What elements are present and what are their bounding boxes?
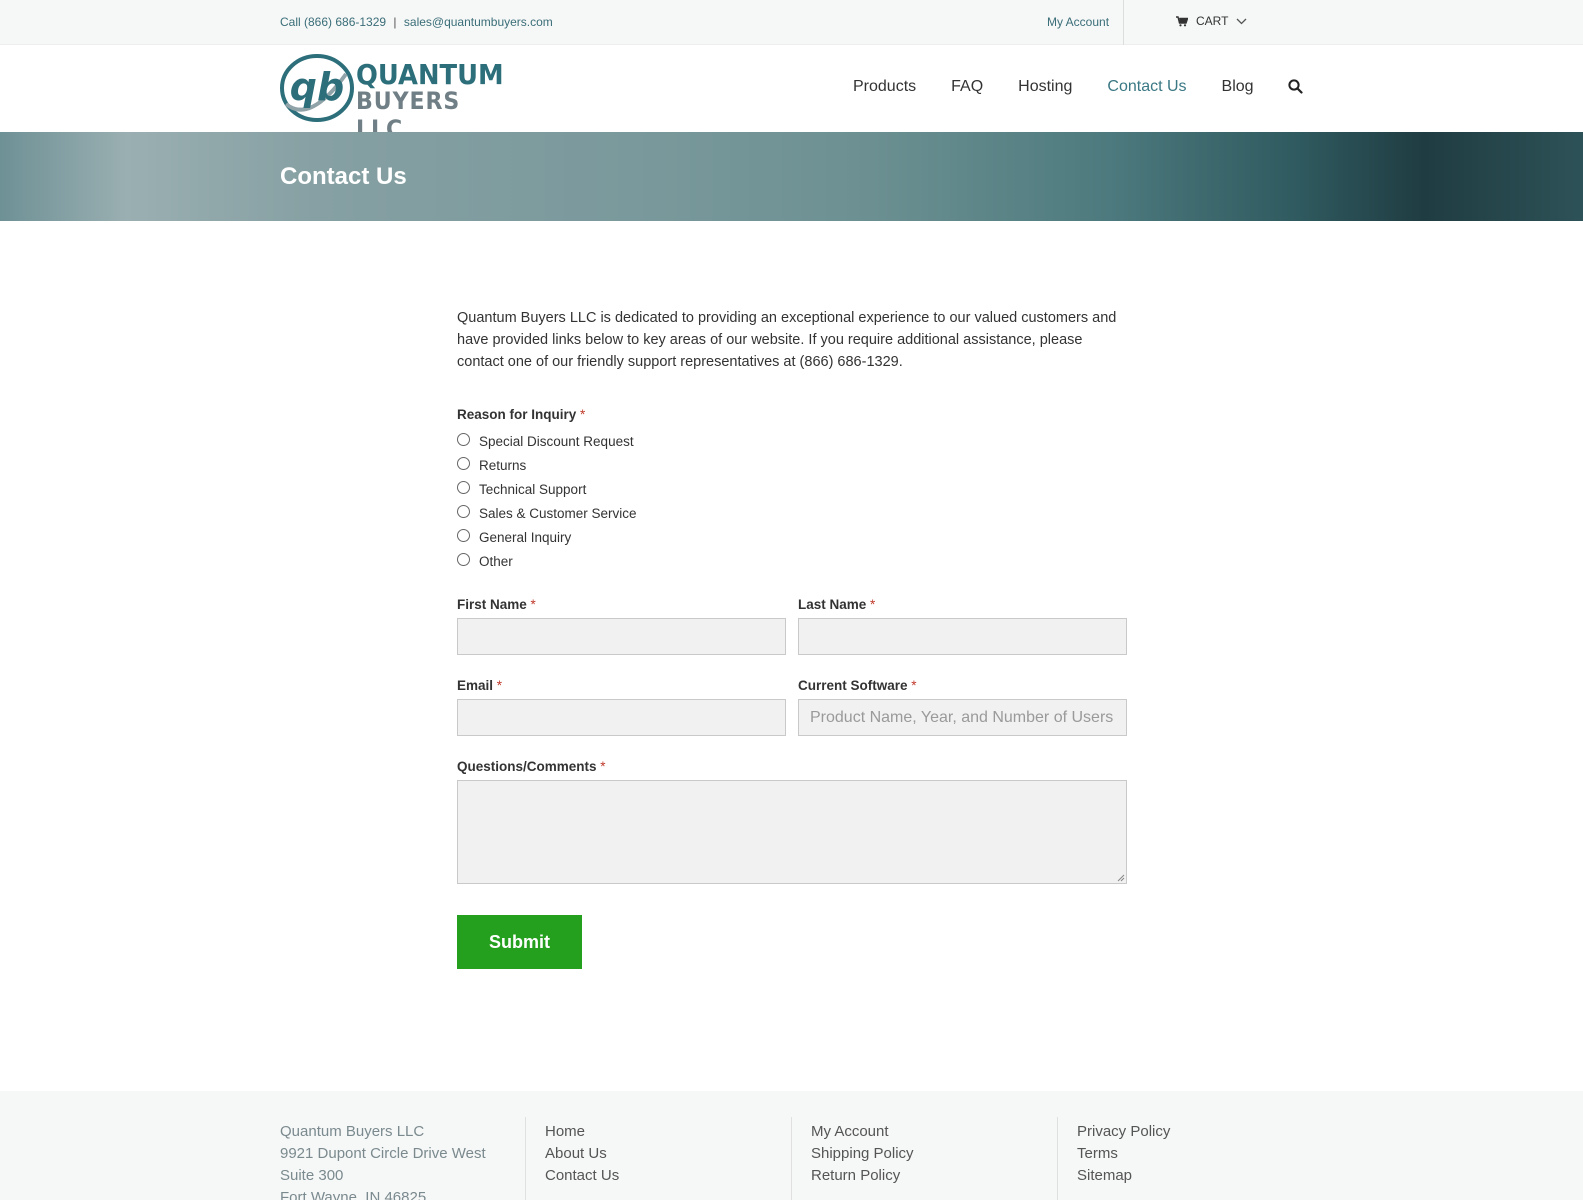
required-mark: * — [600, 759, 606, 774]
radio-button[interactable] — [457, 552, 470, 566]
page-title-bar: Contact Us — [0, 132, 1583, 221]
reason-option-label: Special Discount Request — [479, 433, 634, 449]
required-mark: * — [496, 678, 503, 693]
footer-link-sitemap[interactable]: Sitemap — [1077, 1165, 1170, 1187]
intro-text: Quantum Buyers LLC is dedicated to provi… — [457, 310, 1117, 370]
resize-handle-icon[interactable] — [1117, 874, 1125, 882]
required-mark: * — [911, 678, 917, 693]
my-account-link[interactable]: My Account — [1047, 15, 1109, 29]
reason-option[interactable]: General Inquiry — [457, 525, 637, 549]
top-bar: Call (866) 686-1329 | sales@quantumbuyer… — [0, 0, 1583, 45]
cart-label: CART — [1196, 14, 1229, 28]
page-title: Contact Us — [280, 163, 407, 190]
reason-option-label: Sales & Customer Service — [479, 505, 637, 521]
cart-icon — [1176, 15, 1188, 27]
reason-label: Reason for Inquiry * — [457, 407, 585, 422]
email-label: Email * — [457, 678, 502, 693]
comments-textarea[interactable] — [457, 780, 1127, 884]
logo-line1: QUANTUM — [356, 58, 504, 91]
required-mark: * — [580, 407, 586, 422]
current-software-placeholder: Product Name, Year, and Number of Users — [810, 709, 1114, 726]
contact-separator: | — [393, 15, 397, 29]
radio-button[interactable] — [457, 504, 470, 518]
footer-address-line: Suite 300 — [280, 1167, 344, 1184]
phone-link[interactable]: Call (866) 686-1329 — [280, 15, 386, 29]
footer-links-col4: Privacy Policy Terms Sitemap — [1077, 1121, 1170, 1187]
radio-button[interactable] — [457, 432, 470, 446]
footer-link-return-policy[interactable]: Return Policy — [811, 1165, 914, 1187]
reason-option-label: Technical Support — [479, 481, 587, 497]
footer-divider — [791, 1117, 792, 1200]
nav-hosting[interactable]: Hosting — [1018, 78, 1072, 96]
search-icon[interactable] — [1288, 79, 1303, 99]
first-name-input[interactable] — [457, 618, 786, 655]
footer-link-terms[interactable]: Terms — [1077, 1143, 1170, 1165]
footer-links-col3: My Account Shipping Policy Return Policy — [811, 1121, 914, 1187]
reason-option[interactable]: Other — [457, 549, 637, 573]
reason-option[interactable]: Special Discount Request — [457, 429, 637, 453]
last-name-label: Last Name * — [798, 597, 875, 612]
footer-link-privacy-policy[interactable]: Privacy Policy — [1077, 1121, 1170, 1143]
footer-links-col2: Home About Us Contact Us — [545, 1121, 619, 1187]
first-name-label-text: First Name — [457, 597, 527, 612]
site-logo[interactable]: qb QUANTUM BUYERS LLC — [280, 54, 516, 143]
last-name-input[interactable] — [798, 618, 1127, 655]
reason-option-label: Returns — [479, 457, 527, 473]
top-divider — [1123, 0, 1124, 45]
footer-address-line: Fort Wayne, IN 46825 — [280, 1189, 427, 1200]
footer-link-my-account[interactable]: My Account — [811, 1121, 914, 1143]
reason-option[interactable]: Technical Support — [457, 477, 637, 501]
radio-button[interactable] — [457, 456, 470, 470]
footer-link-home[interactable]: Home — [545, 1121, 619, 1143]
reason-radio-group: Special Discount Request Returns Technic… — [457, 429, 637, 573]
current-software-label: Current Software * — [798, 678, 917, 693]
email-label-text: Email — [457, 678, 494, 693]
footer-address: Quantum Buyers LLC 9921 Dupont Circle Dr… — [280, 1121, 486, 1200]
submit-button[interactable]: Submit — [457, 915, 582, 969]
site-footer: Quantum Buyers LLC 9921 Dupont Circle Dr… — [0, 1091, 1583, 1200]
reason-option[interactable]: Sales & Customer Service — [457, 501, 637, 525]
footer-divider — [525, 1117, 526, 1200]
last-name-label-text: Last Name — [798, 597, 867, 612]
reason-option-label: Other — [479, 553, 513, 569]
email-input[interactable] — [457, 699, 786, 736]
chevron-down-icon — [1236, 18, 1247, 25]
comments-label: Questions/Comments * — [457, 759, 606, 774]
radio-button[interactable] — [457, 528, 470, 542]
footer-link-contact-us[interactable]: Contact Us — [545, 1165, 619, 1187]
footer-link-shipping-policy[interactable]: Shipping Policy — [811, 1143, 914, 1165]
logo-mark-text: qb — [290, 65, 344, 109]
reason-option-label: General Inquiry — [479, 529, 572, 545]
nav-contact-us[interactable]: Contact Us — [1107, 78, 1186, 96]
main-nav: Products FAQ Hosting Contact Us Blog — [853, 78, 1303, 96]
current-software-input[interactable]: Product Name, Year, and Number of Users — [798, 699, 1127, 736]
email-link[interactable]: sales@quantumbuyers.com — [404, 15, 553, 29]
cart-button[interactable]: CART — [1176, 14, 1247, 28]
radio-button[interactable] — [457, 480, 470, 494]
footer-address-line: Quantum Buyers LLC — [280, 1123, 425, 1140]
reason-option[interactable]: Returns — [457, 453, 637, 477]
current-software-label-text: Current Software — [798, 678, 908, 693]
reason-label-text: Reason for Inquiry — [457, 407, 577, 422]
contact-form-section: Quantum Buyers LLC is dedicated to provi… — [457, 307, 1127, 969]
site-header: qb QUANTUM BUYERS LLC Products FAQ Hosti… — [0, 45, 1583, 143]
required-mark: * — [530, 597, 536, 612]
footer-address-line: 9921 Dupont Circle Drive West — [280, 1145, 486, 1162]
nav-faq[interactable]: FAQ — [951, 78, 983, 96]
nav-products[interactable]: Products — [853, 78, 916, 96]
first-name-label: First Name * — [457, 597, 536, 612]
comments-label-text: Questions/Comments — [457, 759, 597, 774]
required-mark: * — [870, 597, 876, 612]
nav-blog[interactable]: Blog — [1222, 78, 1254, 96]
footer-link-about-us[interactable]: About Us — [545, 1143, 619, 1165]
logo-mark-icon: qb — [280, 54, 354, 122]
top-contact: Call (866) 686-1329 | sales@quantumbuyer… — [280, 15, 553, 29]
footer-divider — [1057, 1117, 1058, 1200]
